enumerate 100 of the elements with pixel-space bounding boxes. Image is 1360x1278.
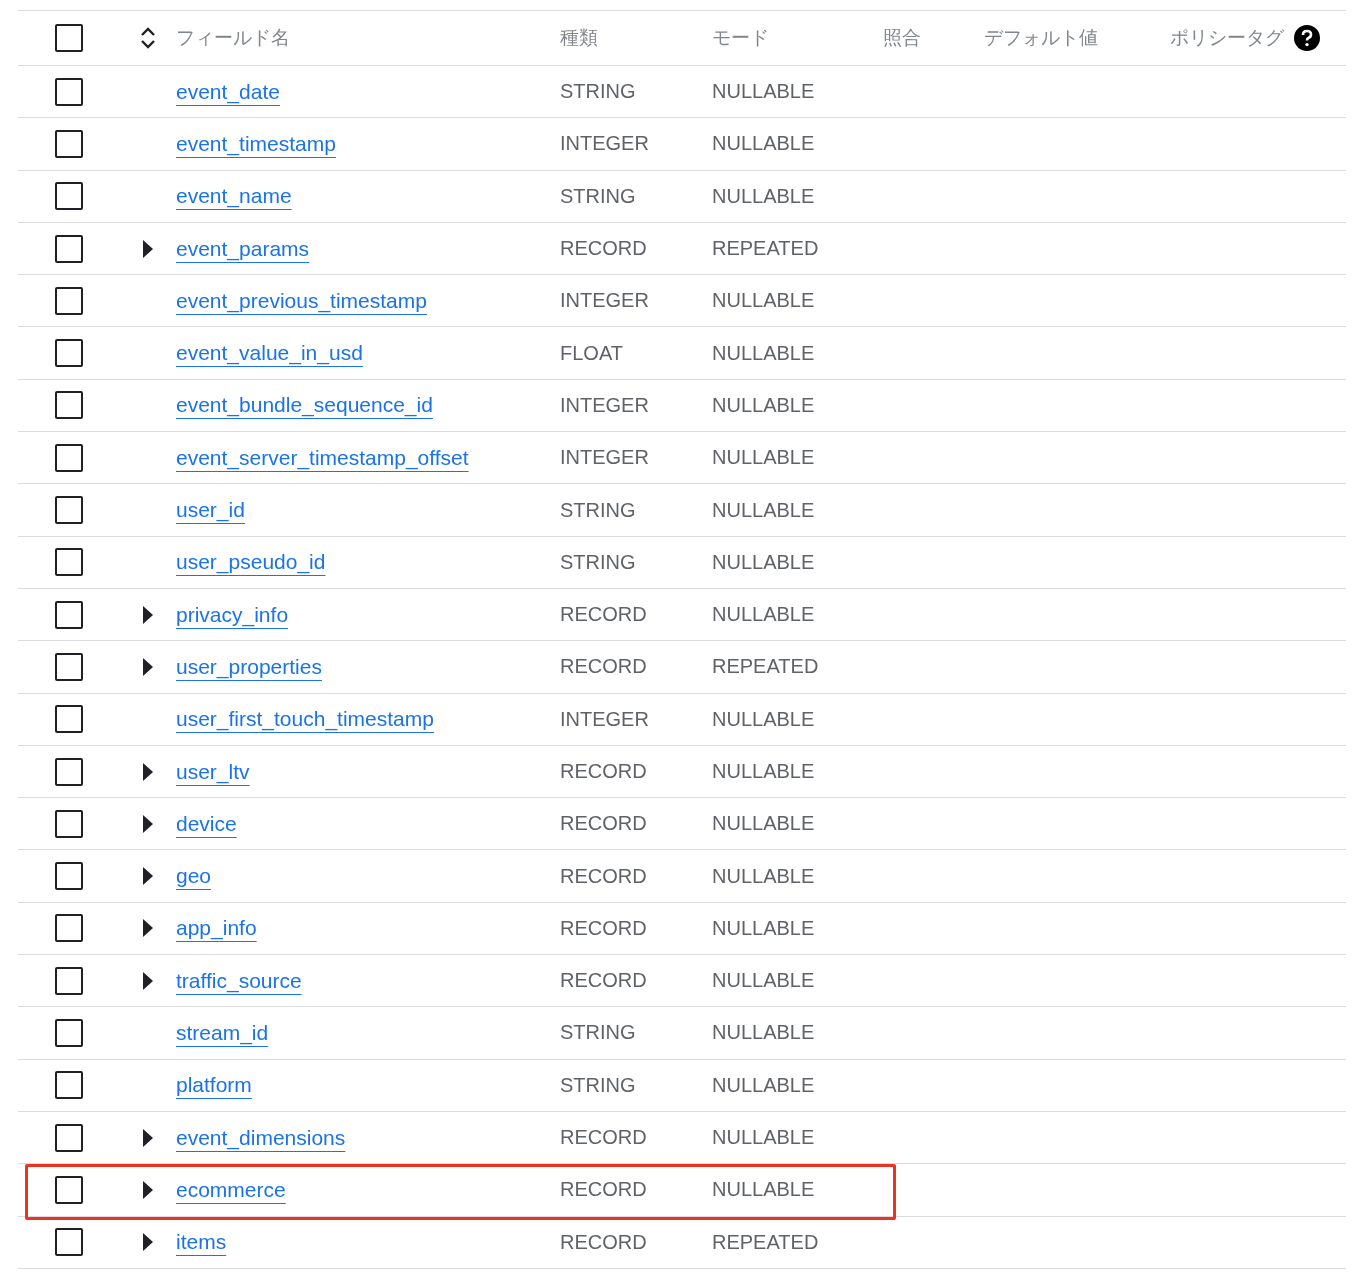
expand-icon[interactable]	[142, 918, 154, 939]
row-checkbox[interactable]	[55, 1019, 83, 1047]
field-name-link[interactable]: event_server_timestamp_offset	[176, 445, 469, 470]
field-mode: NULLABLE	[712, 393, 815, 417]
row-checkbox[interactable]	[55, 652, 83, 681]
field-type: INTEGER	[560, 132, 649, 156]
row-checkbox[interactable]	[55, 966, 83, 995]
column-header: モード	[712, 26, 769, 50]
field-mode: NULLABLE	[712, 132, 815, 156]
expand-icon[interactable]	[142, 1232, 154, 1253]
expand-icon[interactable]	[142, 238, 154, 259]
row-checkbox[interactable]	[55, 705, 83, 734]
field-mode: NULLABLE	[712, 1126, 815, 1150]
field-name-link[interactable]: stream_id	[176, 1021, 269, 1045]
row-checkbox[interactable]	[55, 809, 83, 838]
expand-icon[interactable]	[142, 866, 154, 887]
field-name-link[interactable]: user_ltv	[176, 759, 250, 784]
row-checkbox[interactable]	[55, 600, 83, 629]
field-type: INTEGER	[560, 289, 649, 313]
field-mode: NULLABLE	[712, 341, 815, 365]
field-type: RECORD	[560, 237, 647, 261]
field-mode: REPEATED	[712, 237, 819, 261]
field-mode: NULLABLE	[712, 1178, 815, 1202]
field-type: STRING	[560, 498, 636, 522]
row-checkbox[interactable]	[55, 757, 83, 786]
field-mode: NULLABLE	[712, 603, 815, 627]
field-mode: NULLABLE	[712, 812, 815, 836]
field-name-link[interactable]: device	[176, 811, 237, 836]
expand-icon[interactable]	[142, 1127, 154, 1148]
field-type: STRING	[560, 550, 636, 574]
field-name-link[interactable]: platform	[176, 1073, 252, 1098]
field-mode: NULLABLE	[712, 498, 815, 522]
row-checkbox[interactable]	[55, 548, 83, 577]
field-name-link[interactable]: app_info	[176, 916, 257, 941]
row-checkbox[interactable]	[55, 1175, 83, 1204]
row-checkbox[interactable]	[55, 77, 83, 106]
field-name-link[interactable]: event_params	[176, 236, 310, 261]
field-name-link[interactable]: event_value_in_usd	[176, 341, 363, 366]
column-header: 種類	[560, 26, 598, 50]
field-name-link[interactable]: ecommerce	[176, 1177, 286, 1202]
column-header: デフォルト値	[984, 26, 1098, 50]
select-all-checkbox[interactable]	[55, 24, 83, 52]
field-mode: NULLABLE	[712, 760, 815, 783]
row-checkbox[interactable]	[55, 1228, 83, 1257]
field-mode: NULLABLE	[712, 969, 815, 993]
help-icon[interactable]	[1294, 25, 1320, 51]
field-mode: NULLABLE	[712, 864, 815, 888]
field-name-link[interactable]: event_previous_timestamp	[176, 288, 427, 313]
expand-icon[interactable]	[142, 604, 154, 625]
field-name-link[interactable]: items	[176, 1230, 227, 1255]
row-checkbox[interactable]	[55, 391, 83, 420]
expand-icon[interactable]	[142, 970, 154, 991]
row-checkbox[interactable]	[55, 339, 83, 368]
row-checkbox[interactable]	[55, 862, 83, 891]
column-header[interactable]: フィールド名	[176, 25, 290, 51]
field-type: RECORD	[560, 655, 647, 679]
row-checkbox[interactable]	[55, 914, 83, 943]
row-checkbox[interactable]	[55, 129, 83, 158]
field-type: STRING	[560, 1073, 636, 1097]
field-mode: NULLABLE	[712, 80, 815, 104]
field-name-link[interactable]: traffic_source	[176, 968, 302, 993]
field-type: FLOAT	[560, 341, 623, 365]
field-name-link[interactable]: user_properties	[176, 654, 322, 679]
field-type: RECORD	[560, 812, 647, 836]
row-checkbox[interactable]	[55, 286, 83, 315]
row-checkbox[interactable]	[55, 443, 83, 472]
row-checkbox[interactable]	[55, 496, 83, 524]
field-mode: REPEATED	[712, 1230, 819, 1254]
field-name-link[interactable]: event_dimensions	[176, 1125, 346, 1150]
column-header: ポリシータグ	[1170, 26, 1284, 50]
field-type: RECORD	[560, 969, 647, 993]
field-name-link[interactable]: event_date	[176, 79, 280, 104]
field-mode: REPEATED	[712, 655, 819, 679]
expand-icon[interactable]	[142, 656, 154, 677]
field-name-link[interactable]: user_first_touch_timestamp	[176, 707, 434, 732]
field-mode: NULLABLE	[712, 289, 815, 313]
field-name-link[interactable]: user_pseudo_id	[176, 550, 326, 575]
field-type: RECORD	[560, 1230, 647, 1254]
field-type: RECORD	[560, 864, 647, 888]
field-name-link[interactable]: geo	[176, 864, 212, 889]
field-name-link[interactable]: event_timestamp	[176, 131, 336, 156]
field-mode: NULLABLE	[712, 184, 815, 208]
field-mode: NULLABLE	[712, 916, 815, 940]
field-type: INTEGER	[560, 446, 649, 470]
field-name-link[interactable]: privacy_info	[176, 602, 289, 627]
row-checkbox[interactable]	[55, 1071, 83, 1100]
field-name-link[interactable]: event_name	[176, 184, 292, 209]
field-name-link[interactable]: event_bundle_sequence_id	[176, 393, 433, 418]
row-checkbox[interactable]	[55, 234, 83, 263]
column-header: 照合	[883, 26, 921, 50]
field-type: RECORD	[560, 603, 647, 627]
expand-icon[interactable]	[142, 1179, 154, 1200]
sort-icon[interactable]	[139, 25, 157, 51]
row-checkbox[interactable]	[55, 1123, 83, 1152]
field-type: INTEGER	[560, 393, 649, 417]
field-name-link[interactable]: user_id	[176, 498, 245, 522]
field-mode: NULLABLE	[712, 707, 815, 731]
expand-icon[interactable]	[142, 813, 154, 834]
row-checkbox[interactable]	[55, 182, 83, 211]
expand-icon[interactable]	[142, 761, 154, 782]
